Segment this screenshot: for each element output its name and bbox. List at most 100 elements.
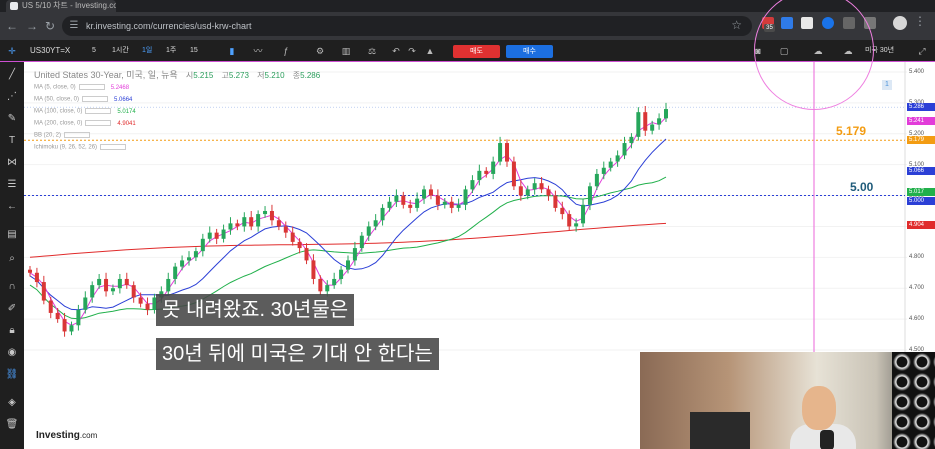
candle-body (359, 235, 364, 249)
magnet-tool-icon[interactable]: ∩ (4, 280, 20, 294)
candle-body (650, 124, 655, 131)
candle-body (235, 223, 240, 227)
timeframe-15[interactable]: 15 (190, 40, 198, 62)
url-text: kr.investing.com/currencies/usd-krw-char… (86, 21, 252, 31)
candle-body (511, 161, 516, 187)
redo-icon[interactable]: ↷ (406, 45, 418, 57)
pencil-tool-icon[interactable]: ✐ (4, 302, 20, 316)
candle-body (200, 238, 205, 252)
compare-icon[interactable]: 〰 (252, 45, 264, 57)
browser-menu-icon[interactable]: ⋮ (914, 14, 926, 28)
settings-gear-icon[interactable]: ⚙ (314, 45, 326, 57)
text-tool-icon[interactable]: T (4, 134, 20, 148)
link-tool-icon[interactable]: ⛓ (4, 368, 20, 382)
scale-icon[interactable]: ⚖ (366, 45, 378, 57)
site-info-icon[interactable]: ☰ (68, 20, 80, 32)
measure-tool-icon[interactable]: ▤ (4, 228, 20, 242)
bookmark-star-icon[interactable]: ☆ (731, 18, 742, 32)
candle-body (90, 285, 95, 298)
candle-body (574, 223, 579, 227)
reload-icon[interactable]: ↻ (42, 18, 58, 34)
candle-body (380, 207, 385, 221)
subtitle-line-1: 못 내려왔죠. 30년물은 (156, 294, 355, 326)
indicator-ma100[interactable]: MA (100, close, 0) 5.0174 (34, 108, 136, 115)
candle-body (422, 189, 427, 199)
candle-body (567, 214, 572, 227)
candle-body (518, 186, 523, 196)
bars-icon[interactable]: ▥ (340, 45, 352, 57)
forward-arrow-icon[interactable]: → (24, 18, 40, 34)
undo-icon[interactable]: ↶ (390, 45, 402, 57)
indicator-ichimoku[interactable]: Ichimoku (9, 26, 52, 26) (34, 144, 127, 151)
back-arrow-icon[interactable]: ← (4, 18, 20, 34)
timeframe-1w[interactable]: 1주 (166, 40, 176, 62)
candle-body (636, 112, 641, 137)
candle-body (601, 167, 606, 174)
url-input[interactable]: ☰ kr.investing.com/currencies/usd-krw-ch… (62, 16, 752, 36)
candle-body (311, 260, 316, 279)
alert-icon[interactable]: ▲ (424, 45, 436, 57)
crosshair-icon[interactable]: ✛ (6, 45, 18, 57)
symbol-search[interactable]: US30YT=X (30, 40, 70, 62)
zoom-tool-icon[interactable]: ⌕ (4, 252, 20, 266)
layers-tool-icon[interactable]: ◈ (4, 396, 20, 410)
timeframe-1d[interactable]: 1일 (142, 40, 152, 62)
price-tag: 5.179 (907, 136, 935, 145)
candle-body (325, 285, 330, 292)
candle-body (207, 232, 212, 239)
fib-tool-icon[interactable]: ☰ (4, 178, 20, 192)
eye-tool-icon[interactable]: ◉ (4, 346, 20, 360)
indicator-ma200[interactable]: MA (200, close, 0) 4.9041 (34, 120, 136, 127)
candle-body (498, 143, 503, 162)
candle-body (560, 207, 565, 215)
candle-body (470, 180, 475, 190)
candle-body (76, 309, 81, 326)
indicator-bb[interactable]: BB (20, 2) (34, 132, 91, 139)
pattern-tool-icon[interactable]: ⋈ (4, 156, 20, 170)
profile-avatar[interactable] (893, 16, 907, 30)
candle-body (449, 201, 454, 208)
candle-body (553, 195, 558, 208)
candle-body (408, 204, 413, 208)
candle-body (332, 278, 337, 286)
buy-button[interactable]: 매수 (506, 45, 553, 58)
candle-body (629, 136, 634, 144)
ohlc-low: 저5.210 (257, 71, 285, 80)
screen: US 5/10 차트 - Investing.com ← → ↻ ☰ kr.in… (0, 0, 935, 449)
expand-icon[interactable]: ⤢ (916, 45, 928, 57)
price-tag: 5.000 (907, 196, 935, 205)
info-marker[interactable]: 1 (882, 80, 892, 90)
candle-body (290, 232, 295, 242)
candle-body (256, 214, 261, 227)
candle-body (83, 297, 88, 310)
lock-tool-icon[interactable]: 🔒︎ (4, 324, 20, 338)
microphone-icon (820, 430, 834, 449)
timeframe-1h[interactable]: 1시간 (112, 40, 129, 62)
indicators-icon[interactable]: ƒ (280, 45, 292, 57)
investing-logo: Investing.com (36, 430, 98, 441)
candle-body (41, 282, 46, 301)
candle-body (456, 204, 461, 208)
candle-body (187, 257, 191, 261)
multi-line-tool-icon[interactable]: ⋰ (4, 90, 20, 104)
candle-body (463, 189, 468, 205)
sell-button[interactable]: 매도 (453, 45, 500, 58)
browser-tab[interactable]: US 5/10 차트 - Investing.com (6, 0, 116, 12)
indicator-ma50[interactable]: MA (50, close, 0) 5.0664 (34, 96, 132, 103)
candle-body (34, 272, 39, 283)
candle-body (491, 161, 496, 174)
trash-tool-icon[interactable]: 🗑︎ (4, 418, 20, 432)
brush-tool-icon[interactable]: ✎ (4, 112, 20, 126)
ohlc-open: 시5.215 (185, 71, 214, 80)
webcam-person-face (802, 386, 836, 430)
y-tick-label: 4.800 (909, 254, 925, 261)
price-tag: 5.017 (907, 188, 935, 197)
candle-type-icon[interactable]: ▮ (226, 45, 238, 57)
price-tag: 4.904 (907, 221, 935, 230)
candle-body (505, 143, 509, 162)
candle-body (546, 189, 551, 196)
back-tool-icon[interactable]: ← (4, 200, 20, 214)
trendline-tool-icon[interactable]: ╱ (4, 68, 20, 82)
indicator-ma5[interactable]: MA (5, close, 0) 5.2468 (34, 84, 129, 91)
timeframe-5[interactable]: 5 (92, 40, 96, 62)
